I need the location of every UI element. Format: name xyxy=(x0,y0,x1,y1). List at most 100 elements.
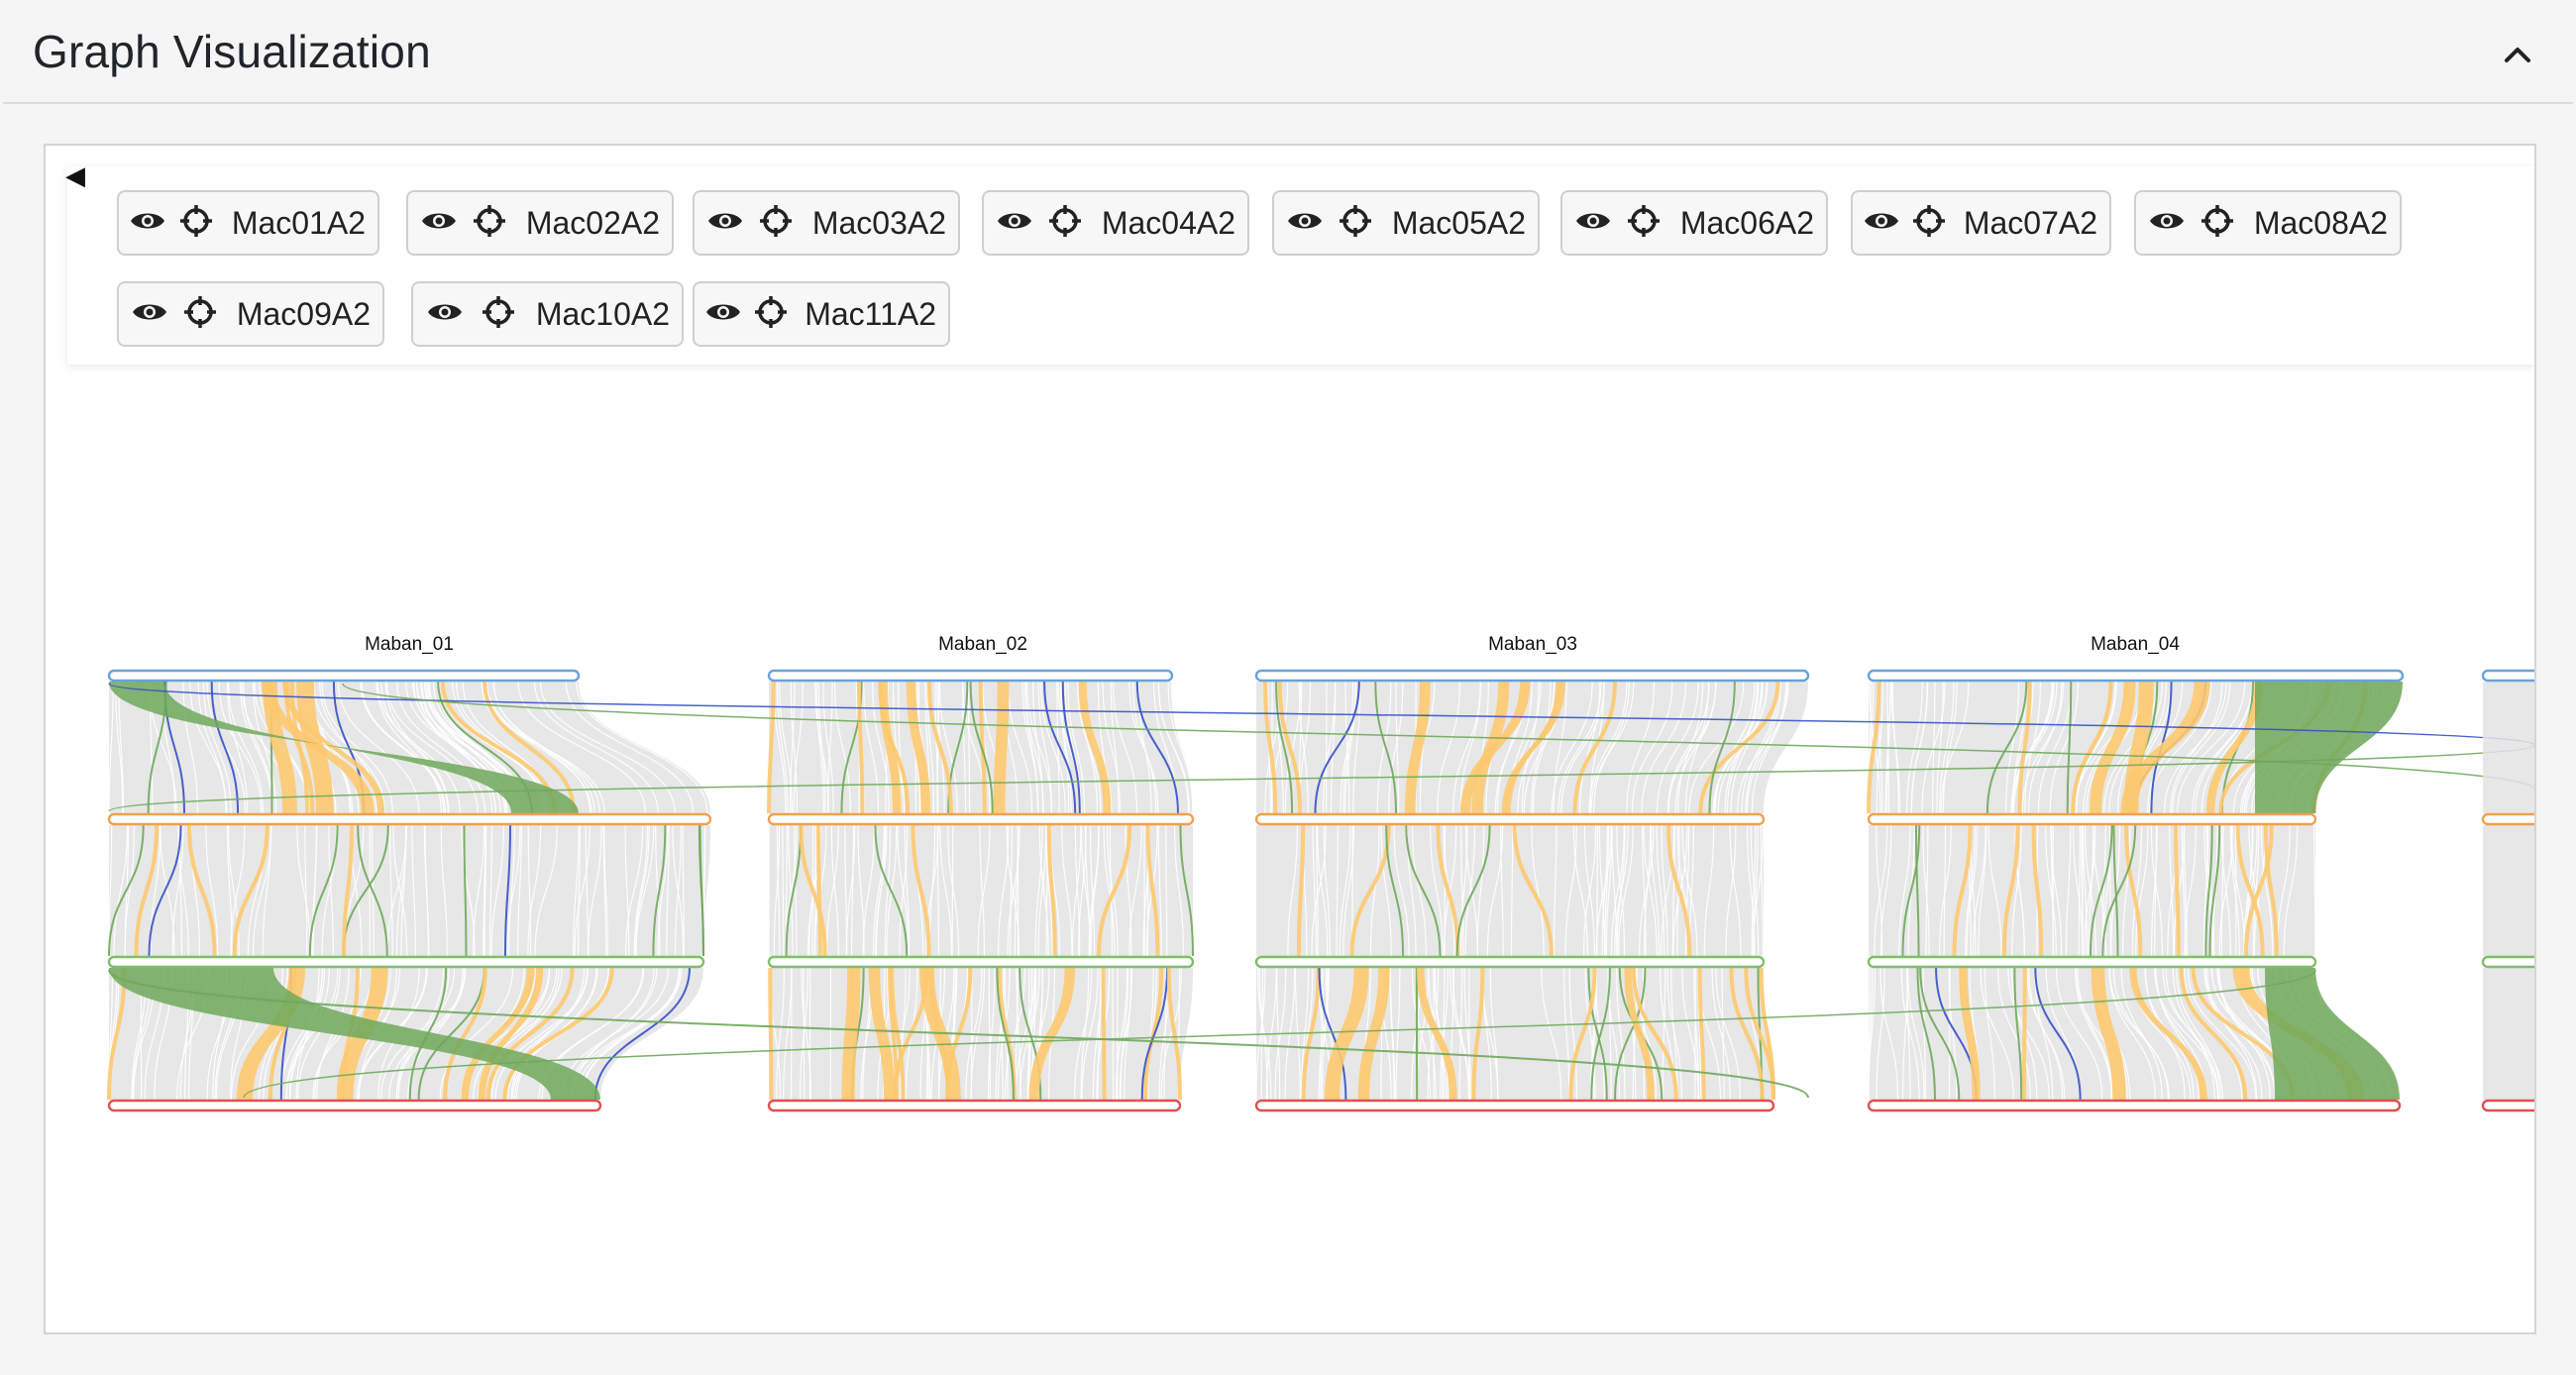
sample-label: Mac05A2 xyxy=(1391,204,1526,241)
locate-button[interactable] xyxy=(1910,201,1948,245)
synteny-block xyxy=(2483,968,2534,1100)
sample-label: Mac07A2 xyxy=(1963,204,2097,241)
sample-chip: Mac08A2 xyxy=(2134,190,2402,256)
chromosome-track[interactable] xyxy=(767,812,1195,826)
chromosome-track[interactable] xyxy=(767,669,1174,683)
eye-icon xyxy=(706,208,744,239)
locate-button[interactable] xyxy=(1623,201,1664,245)
sample-chip: Mac10A2 xyxy=(411,281,684,347)
sample-label: Mac02A2 xyxy=(525,204,660,241)
toggle-visibility-button[interactable] xyxy=(994,201,1034,245)
panel-header: Graph Visualization xyxy=(3,3,2573,104)
chromosome-track[interactable] xyxy=(2481,955,2534,969)
sample-label: Mac01A2 xyxy=(231,204,366,241)
crosshair-icon xyxy=(758,203,794,244)
chromosome-track[interactable] xyxy=(107,669,581,683)
synteny-line xyxy=(815,824,822,957)
synteny-links xyxy=(107,681,2534,1101)
toggle-visibility-button[interactable] xyxy=(704,292,742,336)
toggle-visibility-button[interactable] xyxy=(704,201,745,245)
toggle-visibility-button[interactable] xyxy=(129,201,167,245)
crosshair-icon xyxy=(2200,203,2235,244)
eye-icon xyxy=(1863,208,1900,239)
synteny-line xyxy=(768,967,774,1101)
crosshair-icon xyxy=(1911,203,1947,244)
chromosome-track[interactable] xyxy=(2481,1099,2534,1112)
chromosome-track[interactable] xyxy=(1254,669,1810,683)
toggle-visibility-button[interactable] xyxy=(1284,201,1325,245)
sample-label: Mac03A2 xyxy=(811,204,946,241)
sample-chip: Mac04A2 xyxy=(982,190,1249,256)
chromosome-track[interactable] xyxy=(1254,812,1766,826)
eye-icon xyxy=(129,208,166,239)
locate-button[interactable] xyxy=(477,292,520,336)
toggle-visibility-button[interactable] xyxy=(1572,201,1613,245)
sample-label: Mac06A2 xyxy=(1679,204,1814,241)
toggle-visibility-button[interactable] xyxy=(423,292,467,336)
chromosome-label: Maban_03 xyxy=(1488,634,1577,655)
locate-button[interactable] xyxy=(1044,201,1085,245)
toggle-visibility-button[interactable] xyxy=(1863,201,1900,245)
chromosome-track[interactable] xyxy=(107,955,705,969)
panel-title: Graph Visualization xyxy=(33,26,431,77)
eye-icon xyxy=(131,299,168,330)
locate-button[interactable] xyxy=(755,201,796,245)
collapse-button[interactable] xyxy=(2496,33,2539,76)
toolbar-toggle-button[interactable]: ◀ xyxy=(55,156,95,195)
eye-icon xyxy=(1286,208,1324,239)
crosshair-icon xyxy=(182,294,218,335)
synteny-line xyxy=(1101,967,1107,1101)
chromosome-track[interactable] xyxy=(2481,669,2534,683)
chromosome-track[interactable] xyxy=(1254,1099,1775,1112)
locate-button[interactable] xyxy=(469,201,509,245)
crosshair-icon xyxy=(753,294,789,335)
chromosome-track[interactable] xyxy=(1867,812,2317,826)
synteny-block xyxy=(2483,682,2534,813)
chromosome-track[interactable] xyxy=(767,955,1195,969)
toggle-visibility-button[interactable] xyxy=(418,201,459,245)
sample-label: Mac08A2 xyxy=(2253,204,2388,241)
toggle-visibility-button[interactable] xyxy=(2146,201,2187,245)
sample-chip: Mac03A2 xyxy=(693,190,960,256)
locate-button[interactable] xyxy=(2197,201,2237,245)
eye-icon xyxy=(426,299,464,330)
toggle-visibility-button[interactable] xyxy=(129,292,169,336)
crosshair-icon xyxy=(1338,203,1373,244)
locate-button[interactable] xyxy=(1335,201,1375,245)
inversion-block xyxy=(2265,968,2400,1100)
sample-chip: Mac09A2 xyxy=(117,281,384,347)
chromosome-track[interactable] xyxy=(1867,1099,2402,1112)
chromosome-track[interactable] xyxy=(107,812,712,826)
chromosome-track[interactable] xyxy=(1254,955,1766,969)
eye-icon xyxy=(2148,208,2186,239)
graph-canvas[interactable]: ◀ Mac01A2 Mac02A2 Mac03A2 Mac04A2 Mac05A2 Mac… xyxy=(44,144,2536,1334)
sample-toolbar: Mac01A2 Mac02A2 Mac03A2 Mac04A2 Mac05A2 Mac06… xyxy=(67,166,2534,365)
chromosome-label: Maban_04 xyxy=(2091,634,2180,655)
chromosome-track[interactable] xyxy=(767,1099,1182,1112)
sample-label: Mac11A2 xyxy=(805,295,936,332)
sample-chip: Mac01A2 xyxy=(117,190,379,256)
crosshair-icon xyxy=(178,203,214,244)
synteny-line xyxy=(2021,967,2027,1101)
sample-label: Mac09A2 xyxy=(236,295,371,332)
sample-chip: Mac05A2 xyxy=(1272,190,1540,256)
locate-button[interactable] xyxy=(177,201,216,245)
sample-chip: Mac11A2 xyxy=(693,281,950,347)
crosshair-icon xyxy=(1047,203,1083,244)
crosshair-icon xyxy=(1626,203,1662,244)
eye-icon xyxy=(420,208,458,239)
graph-visualization-panel: Graph Visualization ◀ Mac01A2 Mac02A2 Mac0… xyxy=(3,3,2573,1372)
chevron-up-icon xyxy=(2505,48,2530,62)
synteny-block xyxy=(2483,825,2534,956)
eye-icon xyxy=(704,299,742,330)
locate-button[interactable] xyxy=(179,292,220,336)
inversion-block xyxy=(2255,682,2403,813)
chromosome-track[interactable] xyxy=(1867,955,2317,969)
chromosome-track[interactable] xyxy=(107,1099,602,1112)
chromosome-track[interactable] xyxy=(1867,669,2405,683)
locate-button[interactable] xyxy=(752,292,789,336)
crosshair-icon xyxy=(481,294,516,335)
sample-label: Mac04A2 xyxy=(1101,204,1235,241)
chromosome-track[interactable] xyxy=(2481,812,2534,826)
sample-label: Mac10A2 xyxy=(535,295,670,332)
